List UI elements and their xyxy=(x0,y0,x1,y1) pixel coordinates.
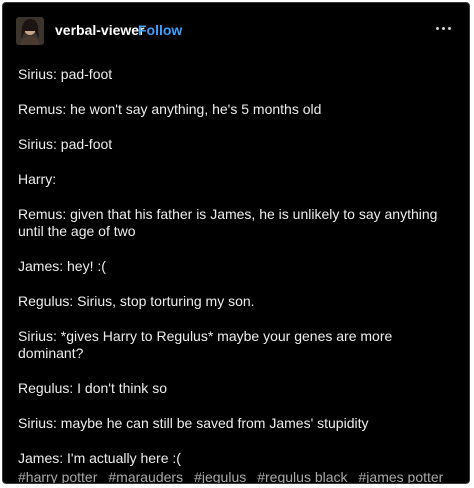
ellipsis-icon xyxy=(441,26,445,30)
avatar[interactable] xyxy=(16,17,44,45)
post-text-line: Sirius: *gives Harry to Regulus* maybe y… xyxy=(18,328,397,361)
more-options-button[interactable] xyxy=(432,17,454,39)
post-text-line: Sirius: maybe he can still be saved from… xyxy=(18,415,369,431)
ellipsis-icon xyxy=(435,26,439,30)
post-text-line: Regulus: I don't think so xyxy=(18,380,167,396)
post-body: Sirius: pad-foot Remus: he won't say any… xyxy=(18,66,458,483)
tag-marauders[interactable]: #marauders xyxy=(108,469,183,483)
tag-james-potter[interactable]: #james potter xyxy=(359,469,444,483)
ellipsis-icon xyxy=(447,26,451,30)
user-avatar-icon xyxy=(16,17,44,45)
post-text-line: Remus: given that his father is James, h… xyxy=(18,206,442,239)
username-link[interactable]: verbal-viewer xyxy=(55,22,145,38)
post-text-line: Harry: xyxy=(18,171,57,187)
post-text-line: James: hey! :( xyxy=(18,258,106,274)
post-header: verbal-viewer Follow xyxy=(3,3,469,61)
post-card: verbal-viewer Follow Sirius: pad-foot Re… xyxy=(2,2,470,484)
tag-list: #harry potter #marauders #jegulus #regul… xyxy=(18,469,444,483)
tag-harry-potter[interactable]: #harry potter xyxy=(18,469,97,483)
post-text-line: Sirius: pad-foot xyxy=(18,136,113,152)
tag-regulus-black[interactable]: #regulus black xyxy=(257,469,347,483)
tag-jegulus[interactable]: #jegulus xyxy=(194,469,246,483)
post-text-line: Regulus: Sirius, stop torturing my son. xyxy=(18,293,255,309)
post-text-line: James: I'm actually here :( xyxy=(18,450,181,466)
post-text-line: Sirius: pad-foot xyxy=(18,66,113,82)
post-text-line: Remus: he won't say anything, he's 5 mon… xyxy=(18,101,322,117)
follow-button[interactable]: Follow xyxy=(138,22,182,38)
